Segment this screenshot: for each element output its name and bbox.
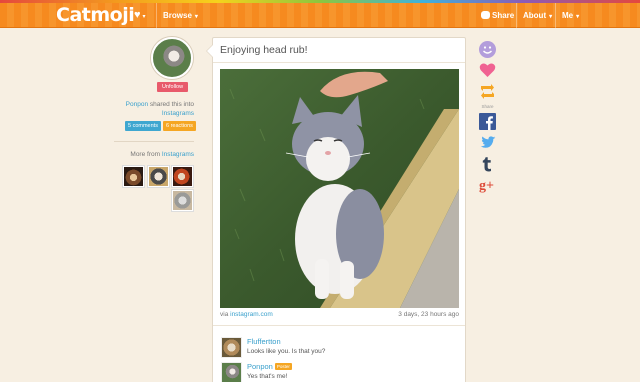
heart-icon: ♥ bbox=[134, 9, 141, 21]
chevron-down-icon: ▾ bbox=[549, 14, 553, 20]
poster-tag-badge: Poster bbox=[274, 363, 292, 370]
cat-photo-illustration bbox=[220, 69, 459, 308]
more-from-label: More from bbox=[130, 151, 161, 158]
more-from-heading: More from Instagrams bbox=[112, 151, 194, 158]
comment-author-row: Ponpon Poster bbox=[247, 362, 292, 371]
poster-avatar[interactable] bbox=[151, 37, 193, 79]
post-timestamp: 3 days, 23 hours ago bbox=[398, 311, 459, 318]
divider bbox=[114, 141, 194, 142]
chevron-down-icon: ▾ bbox=[142, 14, 146, 20]
repost-icon[interactable] bbox=[479, 83, 496, 100]
divider bbox=[213, 325, 465, 326]
reactions-menu[interactable]: ♥ ▾ bbox=[134, 3, 146, 28]
share-caption: Share bbox=[481, 104, 494, 109]
comment-author-link[interactable]: Fluffertton bbox=[247, 337, 281, 346]
share-label: Share bbox=[492, 11, 515, 20]
shared-into-label: shared this into bbox=[149, 101, 194, 108]
related-post-thumbnail[interactable] bbox=[172, 166, 193, 187]
me-menu[interactable]: Me ▾ bbox=[555, 3, 579, 28]
top-navigation-bar: Catmoji ♥ ▾ Browse ▾ Share About ▾ Me ▾ bbox=[0, 3, 640, 28]
comment-author-avatar[interactable] bbox=[221, 362, 242, 382]
related-post-thumbnail[interactable] bbox=[148, 166, 169, 187]
twitter-icon[interactable] bbox=[479, 134, 496, 151]
collection-link[interactable]: Instagrams bbox=[162, 110, 194, 117]
facebook-icon[interactable] bbox=[479, 113, 496, 130]
via-label: via bbox=[220, 311, 229, 318]
cat-face-icon bbox=[481, 11, 490, 19]
shared-into-text: Ponpon shared this into Instagrams bbox=[112, 100, 194, 118]
me-label: Me bbox=[562, 11, 574, 20]
chevron-down-icon: ▾ bbox=[194, 14, 198, 20]
unfollow-button[interactable]: Unfollow bbox=[157, 82, 188, 92]
smiley-reaction-icon[interactable] bbox=[479, 41, 496, 58]
reactions-count-badge[interactable]: 6 reactions bbox=[163, 121, 196, 131]
card-pointer-inner bbox=[207, 45, 213, 57]
post-photo[interactable] bbox=[220, 69, 459, 308]
divider bbox=[213, 62, 465, 63]
comment-text: Looks like you. Is that you? bbox=[247, 348, 326, 355]
source-line: via instagram.com bbox=[220, 311, 273, 318]
comments-count-badge[interactable]: 5 comments bbox=[125, 121, 161, 131]
browse-label: Browse bbox=[163, 11, 192, 20]
browse-menu[interactable]: Browse ▾ bbox=[156, 3, 198, 28]
related-post-thumbnail[interactable] bbox=[172, 190, 193, 211]
catmoji-logo[interactable]: Catmoji bbox=[56, 4, 135, 26]
more-from-collection-link[interactable]: Instagrams bbox=[162, 151, 194, 158]
poster-name-link[interactable]: Ponpon bbox=[126, 101, 148, 108]
tumblr-icon[interactable] bbox=[479, 155, 496, 172]
comment-author-link[interactable]: Ponpon bbox=[247, 362, 273, 371]
svg-text:g+: g+ bbox=[479, 179, 494, 194]
heart-reaction-icon[interactable] bbox=[479, 62, 496, 79]
about-label: About bbox=[523, 11, 547, 20]
comment-author-avatar[interactable] bbox=[221, 337, 242, 358]
chevron-down-icon: ▾ bbox=[576, 14, 580, 20]
about-menu[interactable]: About ▾ bbox=[516, 3, 552, 28]
share-menu[interactable]: Share bbox=[481, 3, 514, 28]
related-post-thumbnail[interactable] bbox=[123, 166, 144, 187]
comment-text: Yes that's me! bbox=[247, 373, 288, 380]
google-plus-icon[interactable]: g+ bbox=[479, 176, 496, 194]
source-link[interactable]: instagram.com bbox=[230, 311, 273, 318]
post-title: Enjoying head rub! bbox=[220, 44, 308, 56]
